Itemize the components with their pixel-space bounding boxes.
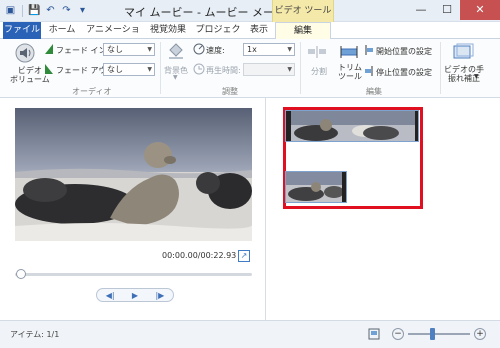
seek-bar[interactable]: [15, 273, 252, 276]
trim-tool-button[interactable]: トリム ツール: [338, 63, 362, 81]
tab-home[interactable]: ホーム: [48, 22, 76, 39]
next-frame-icon[interactable]: |▶: [155, 291, 164, 300]
play-icon[interactable]: ▶: [132, 291, 138, 300]
speaker-volume-icon[interactable]: [14, 42, 36, 64]
video-tools-header: ビデオ ツール: [272, 0, 334, 22]
speed-icon: [193, 43, 205, 55]
fade-in-icon: [44, 43, 54, 55]
tab-project[interactable]: プロジェクト: [193, 22, 243, 52]
status-bar: アイテム: 1/1 − +: [0, 320, 500, 348]
fade-in-value: なし: [107, 45, 123, 54]
zoom-thumb[interactable]: [430, 328, 435, 340]
expand-icon[interactable]: ↗: [238, 250, 250, 262]
item-count: アイテム: 1/1: [10, 330, 60, 339]
ribbon-tabs: ファイル ホーム アニメーション 視覚効果 プロジェクト 表示 編集: [0, 22, 500, 52]
split-button[interactable]: 分割: [311, 66, 327, 77]
chevron-down-icon: ▼: [287, 66, 292, 73]
chevron-down-icon: ▼: [147, 66, 152, 73]
fade-out-icon: [44, 63, 54, 75]
tab-animations[interactable]: アニメーション: [84, 22, 142, 52]
undo-icon[interactable]: ↶: [44, 4, 57, 17]
audio-group-label: オーディオ: [72, 87, 112, 96]
set-start-button[interactable]: 開始位置の設定: [376, 46, 432, 57]
minimize-button[interactable]: —: [408, 0, 434, 20]
duration-icon: [193, 63, 205, 75]
quick-access-toolbar: ▣ 💾 ↶ ↷ ▾: [4, 4, 89, 17]
paint-bucket-icon[interactable]: [166, 42, 186, 60]
duration-select[interactable]: ▼: [243, 63, 295, 76]
fade-in-label: フェード イン:: [56, 46, 110, 55]
set-end-button[interactable]: 停止位置の設定: [376, 67, 432, 78]
seek-thumb[interactable]: [16, 269, 26, 279]
video-preview[interactable]: [15, 108, 252, 241]
previous-frame-icon[interactable]: ◀|: [106, 291, 115, 300]
split-icon[interactable]: [307, 45, 327, 59]
zoom-in-icon[interactable]: +: [474, 328, 486, 340]
adjust-group-label: 調整: [222, 87, 238, 96]
app-icon[interactable]: ▣: [4, 4, 17, 17]
video-clip-2[interactable]: [285, 171, 347, 203]
close-button[interactable]: ✕: [460, 0, 500, 20]
trim-icon[interactable]: [338, 45, 360, 59]
chevron-down-icon: ▼: [173, 74, 178, 81]
window-title: マイ ムービー - ムービー メーカー: [124, 6, 296, 19]
title-bar: ▣ 💾 ↶ ↷ ▾ マイ ムービー - ムービー メーカー ビデオ ツール — …: [0, 0, 500, 22]
fade-out-select[interactable]: なし ▼: [103, 63, 155, 76]
edit-group-label: 編集: [366, 87, 382, 96]
zoom-out-icon[interactable]: −: [392, 328, 404, 340]
tab-edit[interactable]: 編集: [275, 22, 331, 39]
set-end-icon: [364, 66, 374, 76]
ribbon: ビデオ ボリューム フェード イン: なし ▼ フェード アウト: なし ▼ オ…: [0, 39, 500, 98]
storyboard: [267, 98, 500, 320]
preview-pane: 00:00.00/00:22.93 ↗ ◀| ▶ |▶: [0, 98, 266, 320]
video-clip-1[interactable]: [285, 110, 419, 142]
fade-in-select[interactable]: なし ▼: [103, 43, 155, 56]
playback-controls: ◀| ▶ |▶: [96, 288, 174, 302]
speed-select[interactable]: 1x ▼: [243, 43, 295, 56]
customize-qat-icon[interactable]: ▾: [76, 4, 89, 17]
tab-visual-effects[interactable]: 視覚効果: [148, 22, 188, 39]
maximize-button[interactable]: ☐: [434, 0, 460, 20]
zoom-slider[interactable]: [408, 333, 470, 335]
fade-out-value: なし: [107, 65, 123, 74]
playback-time: 00:00.00/00:22.93: [162, 251, 237, 260]
chevron-down-icon: ▼: [287, 46, 292, 53]
storyboard-view-icon[interactable]: [368, 328, 380, 340]
chevron-down-icon: ▼: [147, 46, 152, 53]
stabilize-icon[interactable]: [452, 42, 474, 62]
redo-icon[interactable]: ↷: [60, 4, 73, 17]
chevron-down-icon: ▼: [474, 73, 479, 80]
speed-value: 1x: [247, 45, 257, 54]
duration-label: 再生時間:: [206, 66, 241, 75]
tab-view[interactable]: 表示: [246, 22, 272, 39]
speed-label: 速度:: [206, 46, 225, 55]
save-icon[interactable]: 💾: [28, 4, 41, 17]
tab-file[interactable]: ファイル: [3, 22, 41, 39]
set-start-icon: [364, 45, 374, 55]
